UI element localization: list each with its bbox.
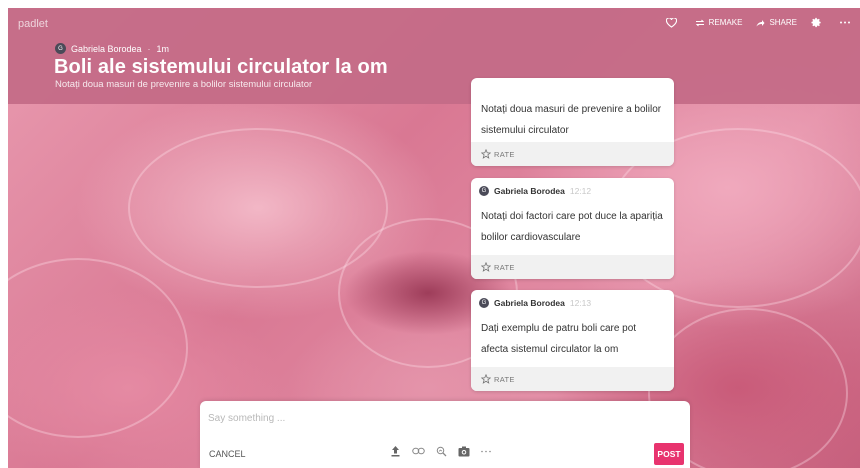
post-header: G Gabriela Borodea 12:12 [471, 178, 674, 196]
post-text: Dați exemplu de patru boli care pot afec… [481, 323, 637, 355]
heart-button[interactable] [665, 17, 681, 28]
post-input[interactable] [208, 409, 678, 427]
remake-label: REMAKE [708, 18, 743, 27]
padlet-header: padlet G Gabriela Borodea · 1m Boli ale … [8, 8, 860, 104]
post-time: 12:13 [569, 298, 592, 308]
more-menu-button[interactable] [840, 21, 854, 24]
star-icon [481, 262, 491, 272]
image-search-button[interactable] [436, 446, 447, 457]
avatar: G [479, 186, 489, 196]
post-card[interactable]: G Gabriela Borodea 12:12 Notați doi fact… [471, 178, 674, 279]
link-button[interactable] [412, 447, 425, 455]
cancel-button[interactable]: CANCEL [209, 449, 246, 459]
more-tools-button[interactable] [481, 450, 491, 453]
attachment-tools [390, 445, 502, 457]
post-composer: CANCEL POST [200, 401, 690, 468]
author-row: G Gabriela Borodea · 1m [55, 43, 169, 54]
more-icon [481, 450, 491, 452]
rate-button[interactable]: RATE [471, 255, 674, 279]
page-title: Boli ale sistemului circulator la om [54, 56, 388, 78]
share-label: SHARE [769, 18, 797, 27]
remake-icon [695, 19, 704, 26]
avatar: G [55, 43, 66, 54]
more-icon [840, 21, 850, 24]
post-text: Notați doua masuri de prevenire a bolilo… [481, 104, 662, 136]
rate-button[interactable]: RATE [471, 142, 674, 166]
post-author: Gabriela Borodea [494, 186, 565, 196]
camera-icon [458, 446, 470, 456]
rate-label: RATE [494, 149, 515, 159]
post-card[interactable]: Notați doua masuri de prevenire a bolilo… [471, 78, 674, 166]
post-button[interactable]: POST [654, 443, 684, 465]
settings-button[interactable] [811, 17, 826, 28]
link-icon [412, 447, 425, 455]
camera-button[interactable] [458, 446, 470, 457]
padlet-window: padlet G Gabriela Borodea · 1m Boli ale … [8, 8, 860, 468]
rate-button[interactable]: RATE [471, 367, 674, 391]
star-icon [481, 149, 491, 159]
rate-label: RATE [494, 262, 515, 272]
avatar: G [479, 298, 489, 308]
rate-label: RATE [494, 374, 515, 384]
star-icon [481, 374, 491, 384]
remake-button[interactable]: REMAKE [695, 18, 743, 27]
post-card[interactable]: G Gabriela Borodea 12:13 Dați exemplu de… [471, 290, 674, 391]
post-header: G Gabriela Borodea 12:13 [471, 290, 674, 308]
upload-icon [391, 446, 400, 457]
search-image-icon [436, 446, 447, 456]
post-text: Notați doi factori care pot duce la apar… [481, 211, 663, 243]
author-name: Gabriela Borodea [71, 43, 142, 54]
upload-button[interactable] [390, 445, 401, 457]
padlet-logo[interactable]: padlet [18, 18, 48, 30]
share-icon [756, 19, 765, 26]
share-button[interactable]: SHARE [756, 18, 797, 27]
page-subtitle: Notați doua masuri de prevenire a bolilo… [55, 79, 313, 90]
post-time: 12:12 [569, 186, 592, 196]
header-toolbar: REMAKE SHARE [652, 17, 854, 28]
post-age: 1m [156, 43, 170, 54]
gear-icon [811, 17, 821, 28]
post-author: Gabriela Borodea [494, 298, 565, 308]
heart-icon [665, 17, 677, 28]
